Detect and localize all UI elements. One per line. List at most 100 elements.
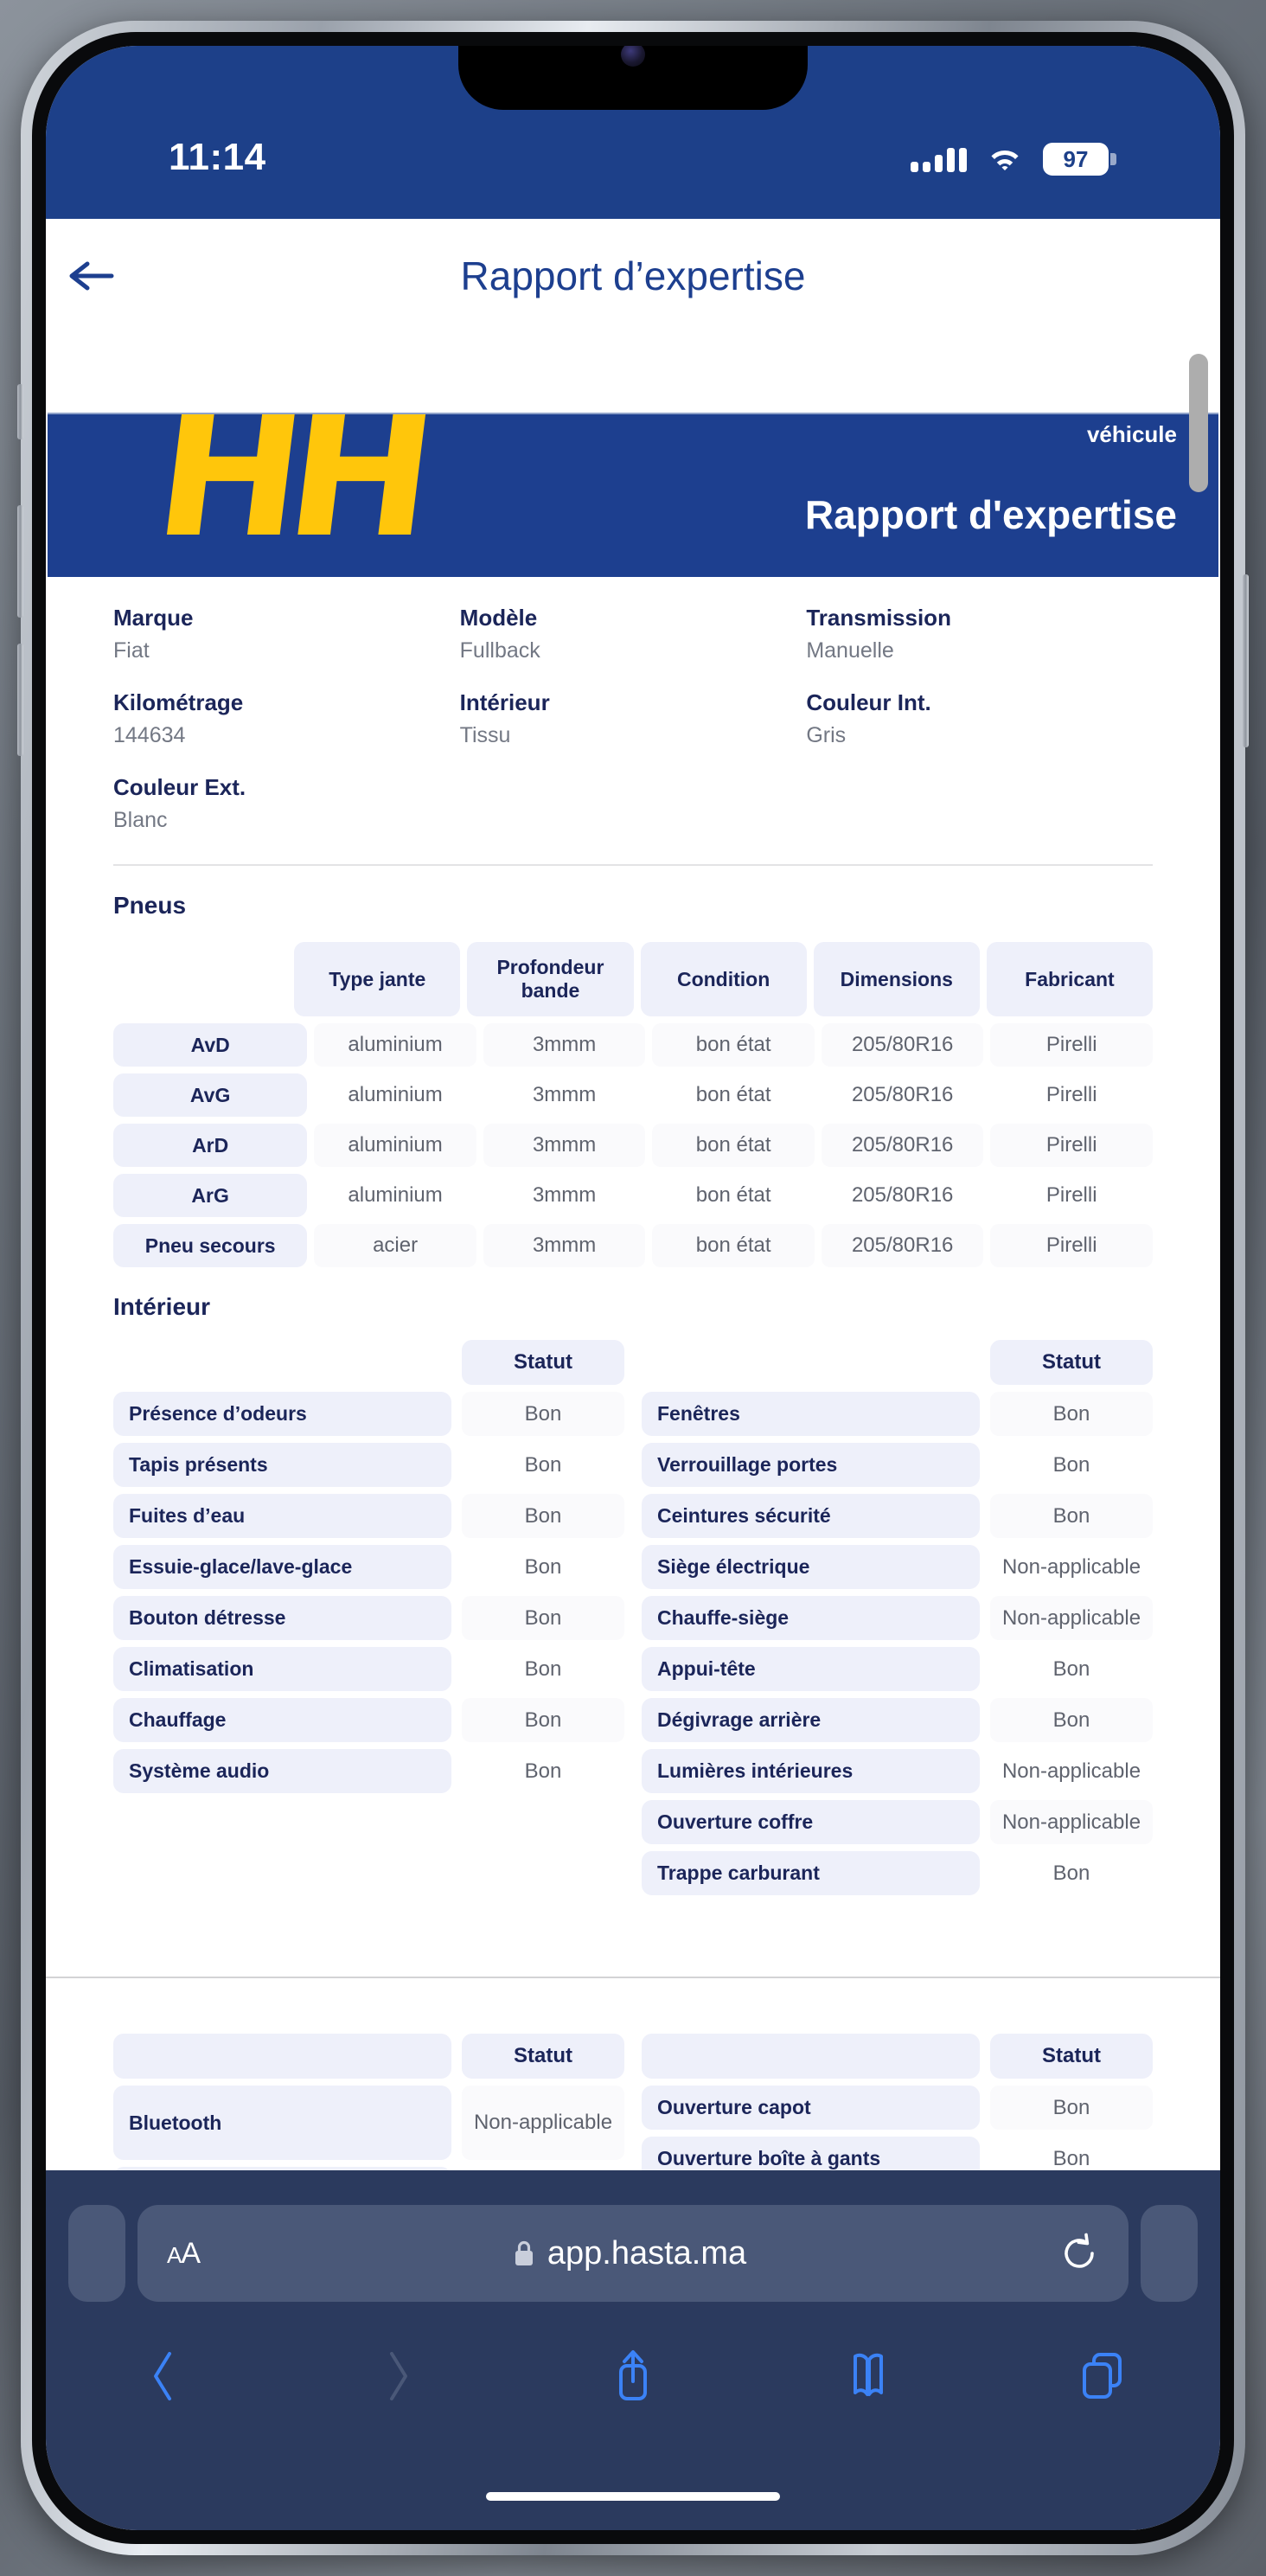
item-status: Bon [990, 1392, 1153, 1436]
list-item: Ouverture boîte à gants Bon [642, 2137, 1153, 2170]
interior-header-row: Statut [113, 1340, 624, 1385]
item-status: Non-applicable [990, 1596, 1153, 1640]
text-size-button[interactable]: AA [167, 2237, 201, 2271]
list-item: Chauffage Bon [113, 1698, 624, 1742]
header-statut: Statut [462, 2034, 624, 2079]
address-bar[interactable]: AA app.hasta.ma [137, 2205, 1129, 2302]
table-header-row: Type jante Profondeur bande Condition Di… [113, 942, 1154, 1016]
cell: 3mmm [532, 1083, 597, 1106]
field-label: Modèle [459, 605, 538, 631]
list-item: Système audio Bon [113, 1749, 624, 1793]
bookmarks-button[interactable] [751, 2349, 986, 2403]
cell: Pirelli [990, 1023, 1153, 1067]
url-row: AA app.hasta.ma [46, 2205, 1220, 2302]
company-logo: HH [145, 413, 433, 576]
header-blank [642, 2034, 980, 2079]
reload-icon[interactable] [1059, 2232, 1099, 2275]
url-center: app.hasta.ma [200, 2235, 1059, 2272]
volume-down-button[interactable] [17, 644, 23, 756]
header-statut: Statut [990, 2034, 1153, 2079]
item-label: Ouverture coffre [642, 1800, 980, 1844]
equipment-left-column: Statut Bluetooth Non-applicable Navigati… [113, 2034, 624, 2170]
item-status: Bon [990, 1698, 1153, 1742]
field-label: Transmission [806, 605, 951, 631]
cell: 205/80R16 [851, 1083, 954, 1106]
item-label: Système audio [113, 1749, 451, 1793]
volume-up-button[interactable] [17, 505, 23, 618]
field-label: Marque [113, 605, 194, 631]
vehicle-field: Transmission Manuelle [806, 605, 1153, 663]
next-tab-edge[interactable] [1141, 2205, 1198, 2302]
item-status: Bon [462, 1494, 624, 1538]
report-banner: HH véhicule Rapport d'expertise [48, 413, 1218, 577]
row-position: AvD [113, 1023, 308, 1067]
battery-tip [1110, 153, 1116, 165]
power-button[interactable] [1243, 574, 1249, 747]
table-row: AvD aluminium 3mmm bon état 205/80R16 Pi… [113, 1023, 1153, 1067]
list-item: Bluetooth Non-applicable [113, 2086, 624, 2160]
cell: Pirelli [1045, 1083, 1097, 1106]
item-status: Non-applicable [1001, 1759, 1141, 1783]
header-statut: Statut [462, 1340, 624, 1385]
tabs-icon [1083, 2353, 1122, 2399]
item-label: Présence d’odeurs [113, 1392, 451, 1436]
equipment-header-row: Statut [113, 2034, 624, 2079]
cell: aluminium [314, 1124, 476, 1167]
tabs-button[interactable] [985, 2349, 1220, 2403]
list-item: Appui-tête Bon [642, 1647, 1153, 1691]
field-value: Blanc [113, 808, 168, 832]
cell: aluminium [348, 1183, 443, 1207]
section-title-pneus: Pneus [113, 892, 187, 919]
list-item: Lumières intérieures Non-applicable [642, 1749, 1153, 1793]
item-label: Ouverture boîte à gants [642, 2137, 980, 2170]
item-status: Non-applicable [462, 2086, 624, 2160]
th-type-jante: Type jante [294, 942, 461, 1016]
vehicle-field: Modèle Fullback [460, 605, 807, 663]
home-indicator[interactable] [486, 2492, 780, 2501]
interior-left-column: Statut Présence d’odeurs Bon Tapis prése… [113, 1340, 624, 1902]
item-label: Siège électrique [642, 1545, 980, 1589]
item-label: Climatisation [113, 1647, 451, 1691]
scrollbar-thumb[interactable] [1189, 354, 1208, 492]
app-header: Rapport d’expertise [46, 219, 1220, 333]
previous-tab-edge[interactable] [68, 2205, 125, 2302]
cell: Pirelli [1045, 1183, 1097, 1207]
row-position: ArD [113, 1124, 308, 1167]
table-row: Pneu secours acier 3mmm bon état 205/80R… [113, 1224, 1153, 1267]
item-status: Bon [462, 1392, 624, 1436]
item-label: Bouton détresse [113, 1596, 451, 1640]
item-label: Tapis présents [113, 1443, 451, 1487]
banner-text-group: véhicule Rapport d'expertise [805, 421, 1177, 538]
field-value: Gris [806, 723, 847, 747]
banner-subtitle: véhicule [1086, 421, 1177, 447]
item-label: Appui-tête [642, 1647, 980, 1691]
share-icon [618, 2350, 647, 2400]
th-fabricant: Fabricant [986, 942, 1154, 1016]
vehicle-info-grid: Marque Fiat Modèle Fullback Transmission… [46, 577, 1220, 833]
browser-back-button[interactable] [46, 2349, 281, 2404]
cell: bon état [652, 1124, 815, 1167]
field-label: Intérieur [459, 689, 550, 715]
item-status: Bon [462, 1596, 624, 1640]
share-button[interactable] [515, 2347, 751, 2406]
webview-content[interactable]: HH véhicule Rapport d'expertise Marque F… [46, 333, 1220, 2170]
table-row: ArD aluminium 3mmm bon état 205/80R16 Pi… [113, 1124, 1153, 1167]
browser-forward-button[interactable] [281, 2349, 516, 2404]
th-condition: Condition [640, 942, 807, 1016]
battery-icon: 97 [1043, 143, 1116, 176]
cell: bon état [695, 1083, 771, 1106]
row-position: Pneu secours [113, 1224, 308, 1267]
item-label: Chauffage [113, 1698, 451, 1742]
back-button[interactable] [46, 259, 136, 293]
item-status: Bon [990, 1494, 1153, 1538]
field-value: Fullback [459, 638, 540, 663]
tires-table: Type jante Profondeur bande Condition Di… [113, 942, 1154, 1267]
row-position: ArG [113, 1174, 308, 1217]
list-item: Essuie-glace/lave-glace Bon [113, 1545, 624, 1589]
book-icon [853, 2353, 883, 2396]
item-label: Chauffe-siège [642, 1596, 980, 1640]
header-statut: Statut [990, 1340, 1153, 1385]
phone-bezel: 11:14 97 Rapport d’expertise HH véhicule… [32, 32, 1234, 2544]
mute-switch[interactable] [17, 384, 23, 439]
list-item: Ouverture capot Bon [642, 2086, 1153, 2130]
